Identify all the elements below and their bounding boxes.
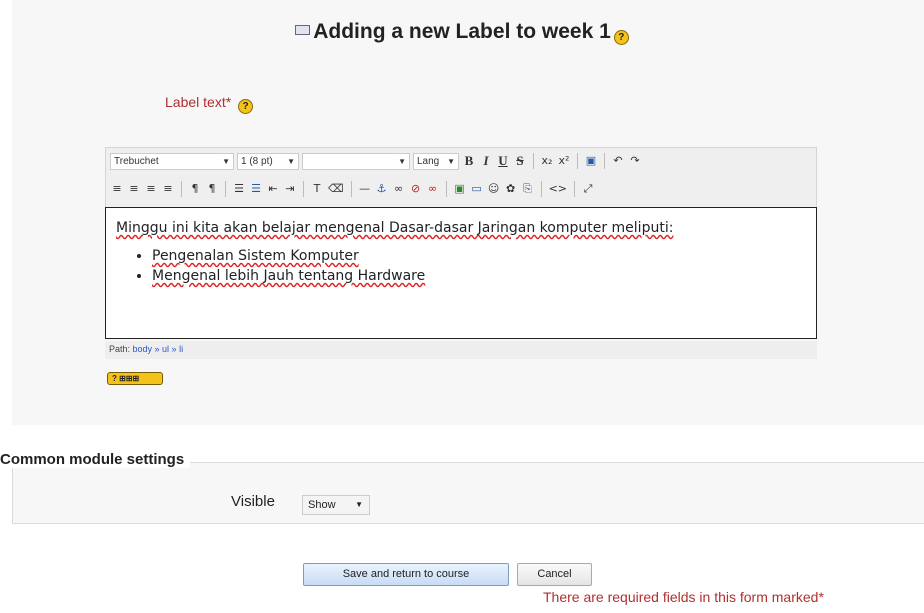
content-list: Pengenalan Sistem Komputer Mengenal lebi… bbox=[116, 248, 806, 284]
save-return-button[interactable]: Save and return to course bbox=[303, 563, 509, 586]
label-text-help-icon[interactable]: ? bbox=[238, 99, 254, 114]
toolbar-divider bbox=[225, 181, 226, 197]
strikethrough-button[interactable]: S bbox=[513, 153, 527, 169]
toolbar-row-1: Trebuchet ▼ 1 (8 pt) ▼ ▼ Lang ▼ B I U S x₂ … bbox=[110, 150, 642, 172]
font-family-value: Trebuchet bbox=[114, 155, 159, 167]
nolink-button[interactable]: ∞ bbox=[426, 181, 440, 197]
horizontal-rule-button[interactable]: — bbox=[358, 181, 372, 197]
font-size-select[interactable]: 1 (8 pt) ▼ bbox=[237, 152, 299, 170]
chevron-down-icon: ▼ bbox=[222, 156, 230, 166]
special-char-button[interactable]: ✿ bbox=[504, 181, 518, 197]
italic-button[interactable]: I bbox=[479, 153, 493, 169]
content-paragraph-text: Minggu ini kita akan belajar mengenal Da… bbox=[116, 220, 674, 236]
label-text-caption: Label text* bbox=[165, 94, 232, 110]
ltr-button[interactable]: ¶ bbox=[188, 181, 202, 197]
visible-select[interactable]: Show ▼ bbox=[302, 495, 370, 515]
underline-button[interactable]: U bbox=[496, 153, 510, 169]
editor-content-area[interactable]: Minggu ini kita akan belajar mengenal Da… bbox=[105, 207, 817, 339]
ordered-list-button[interactable]: ☰ bbox=[232, 181, 246, 197]
subscript-button[interactable]: x₂ bbox=[540, 153, 554, 169]
toolbar-divider bbox=[445, 181, 447, 197]
list-item: Pengenalan Sistem Komputer bbox=[152, 248, 806, 264]
list-item: Mengenal lebih Jauh tentang Hardware bbox=[152, 268, 806, 284]
align-center-button[interactable]: ≡ bbox=[127, 181, 141, 197]
insert-image-button[interactable]: ▣ bbox=[453, 181, 467, 197]
search-replace-button[interactable]: ⎘ bbox=[521, 181, 535, 197]
html-editor: Trebuchet ▼ 1 (8 pt) ▼ ▼ Lang ▼ B I U S x₂ … bbox=[105, 147, 817, 362]
font-size-value: 1 (8 pt) bbox=[241, 155, 273, 167]
page-title: Adding a new Label to week 1? bbox=[0, 20, 924, 45]
lang-select[interactable]: Lang ▼ bbox=[413, 152, 459, 170]
cancel-button[interactable]: Cancel bbox=[517, 563, 592, 586]
redo-button[interactable]: ↷ bbox=[628, 153, 642, 169]
common-settings-legend: Common module settings bbox=[0, 451, 191, 468]
label-module-icon bbox=[295, 25, 311, 35]
path-label: Path: bbox=[109, 344, 131, 354]
unlink-button[interactable]: ⊘ bbox=[409, 181, 423, 197]
font-family-select[interactable]: Trebuchet ▼ bbox=[110, 152, 234, 170]
toolbar-divider bbox=[350, 181, 352, 197]
lang-value: Lang bbox=[417, 155, 440, 167]
html-source-button[interactable]: <> bbox=[548, 181, 568, 197]
toolbar-divider bbox=[533, 153, 534, 169]
path-breadcrumb[interactable]: body » ul » li bbox=[133, 344, 184, 354]
chevron-down-icon: ▼ bbox=[287, 156, 295, 166]
toolbar-divider bbox=[604, 153, 605, 169]
required-fields-note: There are required fields in this form m… bbox=[543, 589, 824, 605]
toolbar-row-2: ≡ ≡ ≡ ≡ ¶ ¶ ☰ ☰ ⇤ ⇥ T ⌫ — ⚓ ∞ ⊘ ∞ ▣ ▭ ☺ … bbox=[110, 178, 595, 200]
superscript-button[interactable]: x² bbox=[557, 153, 571, 169]
align-right-button[interactable]: ≡ bbox=[144, 181, 158, 197]
content-paragraph: Minggu ini kita akan belajar mengenal Da… bbox=[116, 220, 806, 236]
toolbar-divider bbox=[577, 153, 578, 169]
undo-button[interactable]: ↶ bbox=[611, 153, 625, 169]
page-title-text: Adding a new Label to week 1 bbox=[313, 20, 611, 43]
bold-button[interactable]: B bbox=[462, 153, 476, 169]
indent-button[interactable]: ⇥ bbox=[283, 181, 297, 197]
clean-word-button[interactable]: ▣ bbox=[584, 153, 598, 169]
visible-label: Visible bbox=[231, 493, 275, 510]
editor-toolbar: Trebuchet ▼ 1 (8 pt) ▼ ▼ Lang ▼ B I U S x₂ … bbox=[105, 147, 817, 207]
anchor-button[interactable]: ⚓ bbox=[375, 181, 389, 197]
rtl-button[interactable]: ¶ bbox=[205, 181, 219, 197]
format-select[interactable]: ▼ bbox=[302, 152, 410, 170]
editor-path-bar: Path: body » ul » li bbox=[105, 341, 817, 359]
list-item-text: Pengenalan Sistem Komputer bbox=[152, 248, 359, 264]
toolbar-divider bbox=[303, 181, 304, 197]
background-color-button[interactable]: ⌫ bbox=[327, 181, 345, 197]
label-text-field-label: Label text* ? bbox=[165, 94, 254, 114]
align-left-button[interactable]: ≡ bbox=[110, 181, 124, 197]
help-icon[interactable]: ? bbox=[613, 30, 629, 45]
chevron-down-icon: ▼ bbox=[447, 156, 455, 166]
text-color-button[interactable]: T bbox=[310, 181, 324, 197]
outdent-button[interactable]: ⇤ bbox=[266, 181, 280, 197]
justify-button[interactable]: ≡ bbox=[161, 181, 175, 197]
link-button[interactable]: ∞ bbox=[392, 181, 406, 197]
visible-select-value: Show bbox=[308, 499, 336, 511]
chevron-down-icon: ▼ bbox=[398, 156, 406, 166]
insert-table-button[interactable]: ▭ bbox=[470, 181, 484, 197]
smiley-button[interactable]: ☺ bbox=[487, 181, 501, 197]
editor-help-badge[interactable]: ? ⊞⊞⊞ bbox=[107, 372, 163, 385]
fullscreen-button[interactable]: ⤢ bbox=[581, 181, 595, 197]
toolbar-divider bbox=[574, 181, 575, 197]
toolbar-divider bbox=[540, 181, 542, 197]
chevron-down-icon: ▼ bbox=[355, 500, 363, 509]
unordered-list-button[interactable]: ☰ bbox=[249, 181, 263, 197]
list-item-text: Mengenal lebih Jauh tentang Hardware bbox=[152, 268, 426, 284]
common-settings-fieldset bbox=[12, 462, 924, 524]
toolbar-divider bbox=[181, 181, 182, 197]
